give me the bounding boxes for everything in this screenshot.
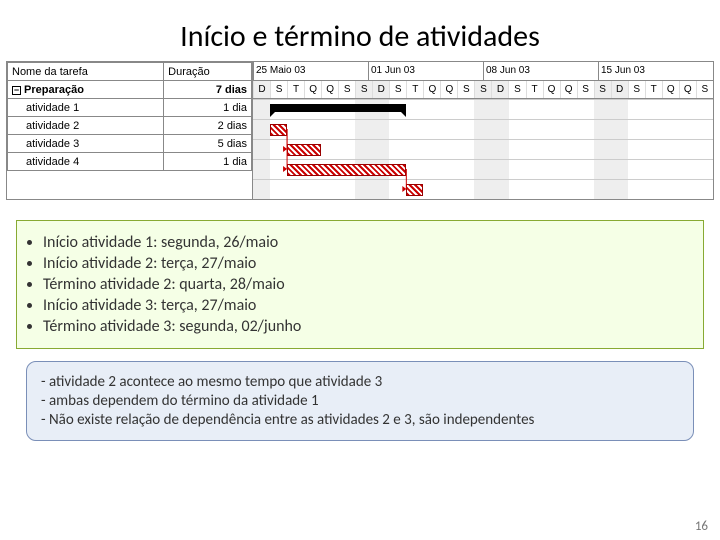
task-duration: 1 dia <box>164 99 252 117</box>
gantt-chart: 25 Maio 0301 Jun 0308 Jun 0315 Jun 03 DS… <box>253 62 713 199</box>
table-row: atividade 2 2 dias <box>8 117 252 135</box>
task-table: Nome da tarefa Duração −Preparação 7 dia… <box>7 62 253 199</box>
bullet-item: Início atividade 2: terça, 27/maio <box>43 254 689 273</box>
day-cell: Q <box>662 81 679 98</box>
day-cell: D <box>491 81 508 98</box>
task-duration: 5 dias <box>164 135 252 153</box>
day-cell: S <box>577 81 594 98</box>
page-number: 16 <box>695 519 708 534</box>
note-line: - atividade 2 acontece ao mesmo tempo qu… <box>41 373 679 391</box>
day-cell: T <box>287 81 304 98</box>
day-cell: S <box>389 81 406 98</box>
day-cell: T <box>645 81 662 98</box>
day-cell: S <box>696 81 713 98</box>
week-cell: 01 Jun 03 <box>368 62 483 80</box>
day-cell: Q <box>423 81 440 98</box>
bullet-item: Término atividade 3: segunda, 02/junho <box>43 317 689 336</box>
bullet-item: Término atividade 2: quarta, 28/maio <box>43 275 689 294</box>
day-cell: D <box>611 81 628 98</box>
day-cell: Q <box>321 81 338 98</box>
day-cell: S <box>355 81 372 98</box>
day-cell: Q <box>679 81 696 98</box>
task-duration: 1 dia <box>164 153 252 171</box>
day-cell: S <box>457 81 474 98</box>
day-cell: T <box>526 81 543 98</box>
page-title: Início e término de atividades <box>0 0 720 61</box>
note-box: - atividade 2 acontece ao mesmo tempo qu… <box>26 361 694 441</box>
task-name: Preparação <box>24 84 84 96</box>
col-duration-header: Duração <box>164 63 252 81</box>
task-name: atividade 1 <box>8 99 164 117</box>
task-name: atividade 4 <box>8 153 164 171</box>
day-cell: S <box>270 81 287 98</box>
task-duration: 7 dias <box>164 81 252 99</box>
day-cell: S <box>508 81 525 98</box>
bullet-item: Início atividade 3: terça, 27/maio <box>43 296 689 315</box>
week-cell: 25 Maio 03 <box>253 62 368 80</box>
day-cell: Q <box>440 81 457 98</box>
task-name: atividade 2 <box>8 117 164 135</box>
dependency-link <box>253 99 713 199</box>
collapse-icon[interactable]: − <box>12 86 21 95</box>
day-cell: D <box>253 81 270 98</box>
gantt-container: Nome da tarefa Duração −Preparação 7 dia… <box>6 61 714 200</box>
day-header: DSTQQSSDSTQQSSDSTQQSSDSTQQS <box>253 80 713 98</box>
note-line: - Não existe relação de dependência entr… <box>41 411 679 429</box>
day-cell: S <box>474 81 491 98</box>
day-cell: Q <box>304 81 321 98</box>
week-cell: 15 Jun 03 <box>598 62 713 80</box>
day-cell: D <box>372 81 389 98</box>
table-row: atividade 1 1 dia <box>8 99 252 117</box>
col-task-header: Nome da tarefa <box>8 63 164 81</box>
bullet-item: Início atividade 1: segunda, 26/maio <box>43 233 689 252</box>
table-row: atividade 3 5 dias <box>8 135 252 153</box>
table-row: atividade 4 1 dia <box>8 153 252 171</box>
note-line: - ambas dependem do término da atividade… <box>41 392 679 410</box>
day-cell: Q <box>543 81 560 98</box>
week-cell: 08 Jun 03 <box>483 62 598 80</box>
day-cell: S <box>338 81 355 98</box>
day-cell: T <box>406 81 423 98</box>
day-cell: S <box>628 81 645 98</box>
bar-area <box>253 99 713 199</box>
day-cell: Q <box>560 81 577 98</box>
task-duration: 2 dias <box>164 117 252 135</box>
day-cell: S <box>594 81 611 98</box>
table-row: −Preparação 7 dias <box>8 81 252 99</box>
task-name: atividade 3 <box>8 135 164 153</box>
week-header: 25 Maio 0301 Jun 0308 Jun 0315 Jun 03 <box>253 62 713 80</box>
bullet-list: Início atividade 1: segunda, 26/maio Iní… <box>16 220 704 349</box>
